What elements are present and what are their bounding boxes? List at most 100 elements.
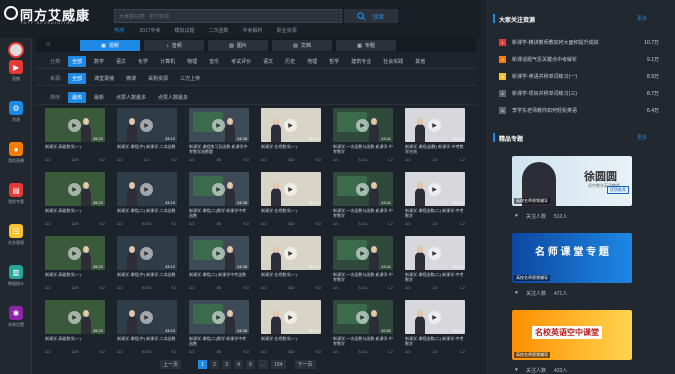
video-title[interactable]: 新课学-高级数学(一): [45, 336, 105, 346]
video-thumbnail[interactable]: ▶ 33:12: [117, 108, 177, 142]
subject-chip[interactable]: 化学: [134, 56, 152, 67]
play-icon[interactable]: ▶: [212, 119, 225, 132]
video-thumbnail[interactable]: ▶ 43:12: [117, 236, 177, 270]
ranking-item[interactable]: 4 新课学-项目并称单词练习(三) 8.7万: [499, 86, 659, 100]
play-icon[interactable]: ▶: [356, 311, 369, 324]
video-thumbnail[interactable]: ▶ 44:08: [189, 108, 249, 142]
video-card[interactable]: ▶ 43:15 新课学-课程(二) 新课学-二次函数 1/2 9,521 5.1: [117, 172, 177, 230]
video-title[interactable]: 新课学-一次函数与函数 新课学-中考数学: [333, 336, 393, 346]
ranking-item[interactable]: 3 新课学-英语并称单词练习(一) 8.9万: [499, 69, 659, 83]
subject-chip[interactable]: 地理: [303, 56, 321, 67]
subject-chip[interactable]: 音乐: [205, 56, 223, 67]
video-thumbnail[interactable]: ▶ 44:08: [189, 236, 249, 270]
video-card[interactable]: ▶ 45:10 新课学-在线数学(一) 3/2 432 8.3: [261, 300, 321, 358]
video-thumbnail[interactable]: ▶ 44:08: [189, 300, 249, 334]
play-icon[interactable]: ▶: [140, 311, 153, 324]
video-title[interactable]: 新课学-课程函数(二) 新课学-中考数学: [405, 336, 465, 346]
play-icon[interactable]: ▶: [68, 247, 81, 260]
video-title[interactable]: 新课学-课程(函数) 新课学-中考数学在线: [405, 144, 465, 154]
video-card[interactable]: ▶ 45:12 新课学-课程函数(二) 新课学-中考数学 1/2 1/2 1.2: [405, 300, 465, 358]
play-icon[interactable]: ▶: [284, 247, 297, 260]
sidebar-item[interactable]: ▤ 我的专题: [0, 183, 32, 205]
subject-chip[interactable]: 物理: [183, 56, 201, 67]
subject-chip[interactable]: 社会实践: [379, 56, 407, 67]
video-thumbnail[interactable]: ▶ 45:10: [261, 172, 321, 206]
sidebar-item[interactable]: ✱ 系统设置: [0, 306, 32, 328]
hot-search-item[interactable]: 模拟试题: [175, 27, 195, 34]
video-card[interactable]: ▶ 44:08 新课学-课程练习及函数 新课学中考数学函数题 1/2 80 9.3: [189, 108, 249, 166]
source-chip[interactable]: 采购资源: [144, 73, 172, 84]
video-title[interactable]: 新课学-课程(二) 新课学-二次函数: [117, 208, 177, 218]
play-icon[interactable]: ▶: [428, 119, 441, 132]
video-card[interactable]: ▶ 45:10 新课学-在线数学(一) 3/2 432 8.3: [261, 172, 321, 230]
page-number[interactable]: 3: [222, 360, 232, 369]
video-title[interactable]: 新课学-高级数学(一): [45, 208, 105, 218]
tab-document[interactable]: ▤ 文档: [272, 40, 332, 51]
video-title[interactable]: 新课学-课程函数(二) 新课学-中考数学: [405, 272, 465, 282]
video-card[interactable]: ▶ 44:08 新课学-课程(二)数学 新课学中考函数 1/2 80 8.3: [189, 172, 249, 230]
subject-chip[interactable]: 考试评价: [227, 56, 255, 67]
video-card[interactable]: ▶ 43:11 新课学-一次函数与函数 新课学-中考数学 1/1 3,111 1.2: [333, 108, 393, 166]
video-card[interactable]: ▶ 43:11 新课学-一次函数与函数 新课学-中考数学 1/1 3,111 1.2: [333, 172, 393, 230]
play-icon[interactable]: ▶: [428, 183, 441, 196]
ranking-item[interactable]: 5 李学东老师教你如何轻松英语 6.4万: [499, 103, 659, 117]
source-chip[interactable]: 微课: [122, 73, 140, 84]
subject-chip[interactable]: 其他: [411, 56, 429, 67]
video-thumbnail[interactable]: ▶ 43:11: [333, 172, 393, 206]
video-thumbnail[interactable]: ▶ 45:22: [45, 108, 105, 142]
video-thumbnail[interactable]: ▶ 43:11: [333, 236, 393, 270]
video-title[interactable]: 新课学-在线数学(一): [261, 208, 321, 218]
play-icon[interactable]: ▶: [284, 183, 297, 196]
ranking-more-link[interactable]: 更多: [637, 15, 647, 22]
video-thumbnail[interactable]: ▶ 45:12: [405, 300, 465, 334]
play-icon[interactable]: ▶: [212, 311, 225, 324]
sort-chip[interactable]: 点赞人数最多: [112, 92, 150, 103]
source-chip[interactable]: 课堂录播: [90, 73, 118, 84]
video-card[interactable]: ▶ 45:10 新课学-在线数学(一) 3/2 432 8.3: [261, 108, 321, 166]
hot-search-item[interactable]: 职业资源: [277, 27, 297, 34]
video-title[interactable]: 新课学-在线数学(一): [261, 144, 321, 154]
prev-page-button[interactable]: 上一页: [160, 360, 182, 369]
play-icon[interactable]: ▶: [356, 119, 369, 132]
video-card[interactable]: ▶ 45:22 新课学-高级数学(一) 1/2 120 5.2: [45, 236, 105, 294]
play-icon[interactable]: ▶: [428, 311, 441, 324]
subject-chip[interactable]: 全部: [68, 56, 87, 67]
video-card[interactable]: ▶ 43:13 新课学-课程(中) 新课学-二次函数 1/2 9,521 5.1: [117, 300, 177, 358]
topic-card[interactable]: 名 师 课 堂 专 题高校名师视频辅导: [512, 233, 632, 283]
video-title[interactable]: 新课学-一次函数与函数 新课学-中考数学: [333, 144, 393, 154]
play-icon[interactable]: ▶: [140, 119, 153, 132]
home-icon[interactable]: ⌂: [46, 41, 50, 48]
play-icon[interactable]: ▶: [140, 183, 153, 196]
search-button[interactable]: 搜索: [344, 9, 398, 23]
video-thumbnail[interactable]: ▶ 43:11: [333, 108, 393, 142]
heart-icon[interactable]: ♥: [515, 290, 518, 297]
sidebar-item[interactable]: ☰ 任务管理: [0, 224, 32, 246]
ranking-item[interactable]: 2 新课话题气氛关键点中考解析 9.1万: [499, 52, 659, 66]
next-page-button[interactable]: 下一页: [294, 360, 316, 369]
tab-image[interactable]: ▨ 图片: [208, 40, 268, 51]
sidebar-item[interactable]: ⚙ 资源: [0, 101, 32, 123]
tab-video[interactable]: ▣ 视频: [80, 40, 140, 51]
topic-card[interactable]: 徐圆圆 初中数学英语教师 优质推荐 高校名师视频辅导: [512, 156, 632, 206]
play-icon[interactable]: ▶: [212, 247, 225, 260]
video-card[interactable]: ▶ 33:12 新课学-课程(中) 新课学-二次函数 1/2 121 5.2: [117, 108, 177, 166]
video-card[interactable]: ▶ 42:52 新课学-一次函数与函数 新课学-中考数学 1/1 3,111 1.2: [333, 300, 393, 358]
video-title[interactable]: 新课学-在线数学(一): [261, 272, 321, 282]
search-input[interactable]: 大家都在搜：学习资源: [114, 9, 342, 23]
video-card[interactable]: ▶ 45:12 新课学-课程函数(二) 新课学-中考数学 1/2 1/2 1.2: [405, 236, 465, 294]
video-thumbnail[interactable]: ▶ 45:22: [45, 300, 105, 334]
tab-topic[interactable]: ▦ 专题: [336, 40, 396, 51]
page-number[interactable]: 4: [234, 360, 244, 369]
video-card[interactable]: ▶ 43:12 新课学-课程(中) 新课学-二次函数 1/2 9,521 5.1: [117, 236, 177, 294]
video-card[interactable]: ▶ 45:12 新课学-课程(函数) 新课学-中考数学在线 1/2 1/2 1.2: [405, 108, 465, 166]
video-thumbnail[interactable]: ▶ 45:12: [405, 108, 465, 142]
video-title[interactable]: 新课学-高级数学(一): [45, 272, 105, 282]
subject-chip[interactable]: 计算机: [156, 56, 179, 67]
play-icon[interactable]: ▶: [284, 119, 297, 132]
page-number[interactable]: 154: [271, 360, 286, 369]
video-thumbnail[interactable]: ▶ 43:15: [117, 172, 177, 206]
play-icon[interactable]: ▶: [428, 247, 441, 260]
video-card[interactable]: ▶ 44:08 新课学-课程(二)数学 新课学中考函数 1/2 80 8.3: [189, 300, 249, 358]
topic-card[interactable]: 名校英语空中课堂 高校名师视频辅导: [512, 310, 632, 360]
video-card[interactable]: ▶ 45:22 新课学-高级数学(一) 1/2 120 5.2: [45, 108, 105, 166]
